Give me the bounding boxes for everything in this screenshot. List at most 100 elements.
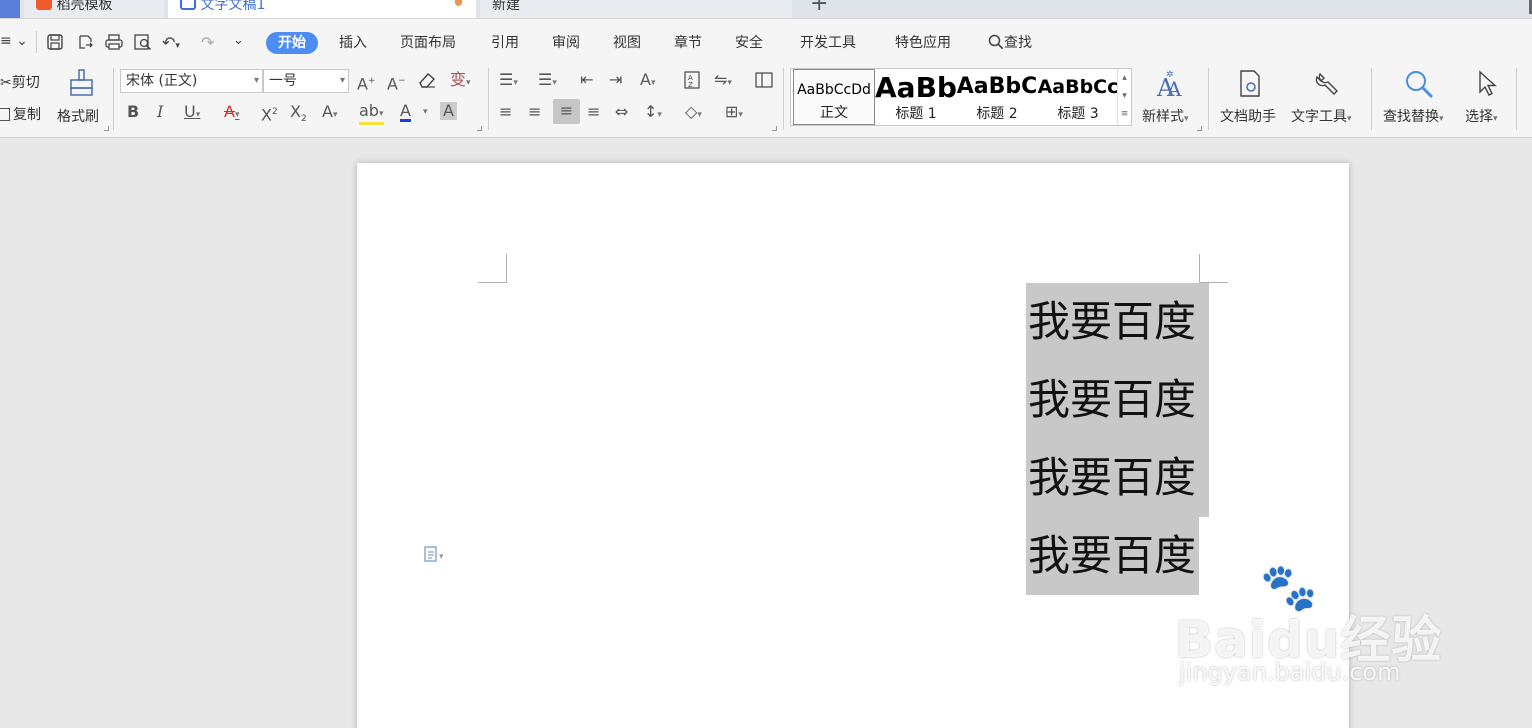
selected-text-line[interactable]: 我要百度	[1026, 517, 1199, 595]
borders-icon[interactable]: ⊞▾	[725, 103, 743, 124]
menu-special-apps[interactable]: 特色应用	[895, 32, 951, 54]
menu-insert[interactable]: 插入	[339, 32, 367, 54]
clipboard-dialog-launcher[interactable]	[104, 126, 109, 131]
table-of-contents-icon[interactable]	[754, 71, 774, 93]
justify-icon[interactable]: ≡	[587, 103, 600, 121]
menu-review[interactable]: 审阅	[552, 32, 580, 54]
format-painter-button[interactable]: 格式刷	[56, 68, 106, 125]
menu-home[interactable]: 开始	[266, 32, 318, 54]
divider	[1371, 68, 1372, 130]
show-hide-marks-icon[interactable]: ⇋▾	[714, 71, 732, 92]
style-sample: AaBb	[875, 71, 957, 104]
select-button[interactable]: 选择▾	[1462, 68, 1510, 125]
wrench-icon	[1315, 72, 1338, 95]
italic-icon[interactable]: I	[157, 103, 163, 121]
increase-indent-icon[interactable]: ⇥	[609, 71, 622, 89]
sort-icon[interactable]: AZ	[683, 71, 701, 93]
doc-assistant-button[interactable]: 文档助手	[1218, 68, 1282, 125]
divider	[783, 68, 784, 130]
subscript-icon[interactable]: X2	[290, 102, 307, 128]
menu-chapter[interactable]: 章节	[674, 32, 702, 54]
font-dialog-launcher[interactable]	[477, 126, 482, 131]
svg-text:A: A	[1166, 77, 1182, 100]
home-tab[interactable]	[0, 0, 20, 18]
export-icon[interactable]	[76, 33, 94, 55]
save-icon[interactable]	[46, 33, 64, 55]
docer-icon	[36, 0, 52, 10]
numbered-list-icon[interactable]: ☰▾	[538, 71, 557, 92]
new-style-button[interactable]: A A ✲ 新样式▾	[1140, 68, 1198, 125]
customize-toolbar-icon[interactable]: ⌄	[233, 33, 244, 48]
text-tools-button[interactable]: 文字工具▾	[1290, 68, 1364, 125]
svg-text:✲: ✲	[1166, 70, 1174, 80]
text-effects-icon[interactable]: A▾	[322, 103, 337, 124]
menu-developer-tools[interactable]: 开发工具	[800, 32, 856, 54]
align-center-icon[interactable]: ≡	[528, 103, 541, 121]
style-normal[interactable]: AaBbCcDd 正文	[793, 69, 875, 125]
font-color-dropdown-icon[interactable]: ▾	[423, 103, 428, 121]
strikethrough-icon[interactable]: A▾	[224, 103, 239, 124]
selected-text-line[interactable]: 我要百度	[1026, 439, 1209, 517]
clear-formatting-icon[interactable]	[417, 71, 437, 93]
style-heading-3[interactable]: AaBbCc 标题 3	[1037, 69, 1119, 125]
phonetic-guide-icon[interactable]: 变▾	[450, 71, 471, 92]
decrease-font-size-icon[interactable]: A−	[387, 72, 406, 93]
selected-text-line[interactable]: 我要百度	[1026, 283, 1209, 361]
tab-document-1[interactable]: 文字文稿1	[168, 0, 476, 18]
divider	[36, 31, 37, 53]
align-left-icon[interactable]: ≡	[499, 103, 512, 121]
copy-button[interactable]: 复制	[0, 104, 41, 124]
styles-dialog-launcher[interactable]	[1197, 126, 1202, 131]
redo-icon[interactable]: ↷	[201, 33, 214, 52]
menu-view[interactable]: 视图	[613, 32, 641, 54]
font-size-dropdown[interactable]: 一号	[263, 69, 349, 93]
search-menu[interactable]: 查找	[988, 32, 1032, 54]
align-right-icon[interactable]: ≡	[553, 99, 580, 124]
chinese-layout-icon[interactable]: A▾	[640, 71, 655, 92]
font-name-dropdown[interactable]: 宋体 (正文)	[120, 69, 263, 93]
highlight-color-icon[interactable]: ab▾	[359, 103, 384, 125]
menu-page-layout[interactable]: 页面布局	[400, 32, 456, 54]
paste-options-icon[interactable]: ▾	[423, 545, 444, 567]
magnifier-icon	[1406, 71, 1434, 99]
print-preview-icon[interactable]	[133, 33, 153, 55]
character-shading-icon[interactable]: A	[440, 102, 457, 120]
increase-font-size-icon[interactable]: A+	[357, 72, 376, 93]
divider	[1208, 68, 1209, 130]
style-gallery-scroll[interactable]: ▴ ▾ ≡	[1117, 69, 1131, 125]
tab-docer-templates[interactable]: 稻壳模板	[24, 0, 164, 18]
shading-icon[interactable]: ◇▾	[685, 103, 702, 124]
find-replace-button[interactable]: 查找替换▾	[1382, 68, 1456, 125]
font-color-icon[interactable]: A	[400, 103, 411, 122]
copy-icon	[0, 108, 10, 121]
undo-icon[interactable]: ↶▾	[162, 33, 180, 52]
tab-new[interactable]: 新建	[480, 0, 792, 18]
doc-assistant-label: 文档助手	[1220, 109, 1276, 125]
style-sample: AaBbCcDd	[797, 82, 871, 98]
style-heading-2[interactable]: AaBbC 标题 2	[956, 69, 1038, 125]
bullet-list-icon[interactable]: ☰▾	[499, 71, 518, 92]
style-heading-1[interactable]: AaBb 标题 1	[875, 69, 957, 125]
underline-icon[interactable]: U▾	[184, 103, 200, 124]
format-painter-icon	[70, 69, 93, 96]
menu-references[interactable]: 引用	[491, 32, 519, 54]
distributed-align-icon[interactable]: ⇔	[615, 103, 628, 121]
file-menu-icon[interactable]: ≡ ⌄	[0, 33, 28, 49]
style-name: 正文	[820, 105, 848, 121]
add-tab-icon[interactable]: +	[810, 0, 828, 15]
line-spacing-icon[interactable]: ↕▾	[644, 103, 662, 124]
decrease-indent-icon[interactable]: ⇤	[580, 71, 593, 89]
selected-text-line[interactable]: 我要百度	[1026, 361, 1209, 439]
paragraph-dialog-launcher[interactable]	[772, 126, 777, 131]
menu-security[interactable]: 安全	[735, 32, 763, 54]
bold-icon[interactable]: B	[127, 103, 139, 121]
superscript-icon[interactable]: X2	[261, 103, 278, 124]
font-size-value: 一号	[269, 73, 297, 89]
format-painter-label: 格式刷	[57, 109, 99, 125]
doc-assistant-icon	[1240, 70, 1260, 97]
style-sample: AaBbCc	[1037, 76, 1119, 98]
print-icon[interactable]	[104, 33, 124, 55]
cut-button[interactable]: ✂剪切	[0, 72, 40, 92]
style-name: 标题 2	[976, 106, 1018, 122]
style-name: 标题 1	[895, 106, 937, 122]
